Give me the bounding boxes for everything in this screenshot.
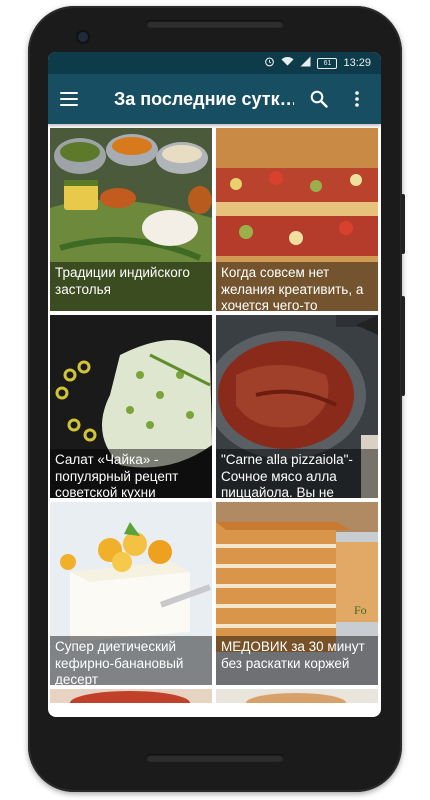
- recipe-title: Салат «Чайка» - популярный рецепт советс…: [50, 449, 212, 498]
- recipe-card[interactable]: Fo МЕДОВИК за 30 минут без раскатки корж…: [216, 502, 378, 685]
- alarm-icon: [264, 56, 275, 70]
- hamburger-menu-icon[interactable]: [60, 87, 84, 111]
- recipe-card[interactable]: "Carne alla pizzaiola"- Сочное мясо алла…: [216, 315, 378, 498]
- wifi-icon: [281, 56, 295, 70]
- bottom-speaker: [146, 754, 284, 762]
- more-vert-icon[interactable]: [342, 84, 372, 114]
- recipe-grid: Традиции индийского застолья Когда совсе…: [48, 124, 381, 707]
- recipe-card-partial[interactable]: [50, 689, 212, 703]
- app-bar: За последние сутк…: [48, 74, 381, 124]
- recipe-title: "Carne alla pizzaiola"- Сочное мясо алла…: [216, 449, 378, 498]
- recipe-card[interactable]: Супер диетический кефирно-банановый десе…: [50, 502, 212, 685]
- volume-button: [401, 296, 405, 396]
- earpiece-speaker: [146, 20, 284, 28]
- recipe-title: Когда совсем нет желания креативить, а х…: [216, 262, 378, 311]
- page-title: За последние сутк…: [114, 88, 294, 109]
- recipe-title: Традиции индийского застолья: [50, 262, 212, 311]
- status-time: 13:29: [343, 57, 371, 69]
- front-camera: [78, 32, 88, 42]
- app-screen: 61 13:29 За последние сутк… Традиции инд…: [48, 52, 381, 717]
- status-bar: 61 13:29: [48, 52, 381, 74]
- battery-icon: 61: [317, 57, 338, 69]
- recipe-image: [216, 689, 378, 703]
- recipe-card[interactable]: Традиции индийского застолья: [50, 128, 212, 311]
- svg-text:Fo: Fo: [354, 603, 367, 617]
- recipe-card-partial[interactable]: [216, 689, 378, 703]
- recipe-image: [50, 689, 212, 703]
- signal-icon: [300, 56, 311, 70]
- recipe-title: Супер диетический кефирно-банановый десе…: [50, 636, 212, 685]
- recipe-card[interactable]: Когда совсем нет желания креативить, а х…: [216, 128, 378, 311]
- recipe-card[interactable]: Салат «Чайка» - популярный рецепт советс…: [50, 315, 212, 498]
- search-icon[interactable]: [304, 84, 334, 114]
- power-button: [401, 194, 405, 254]
- recipe-title: МЕДОВИК за 30 минут без раскатки коржей: [216, 636, 378, 685]
